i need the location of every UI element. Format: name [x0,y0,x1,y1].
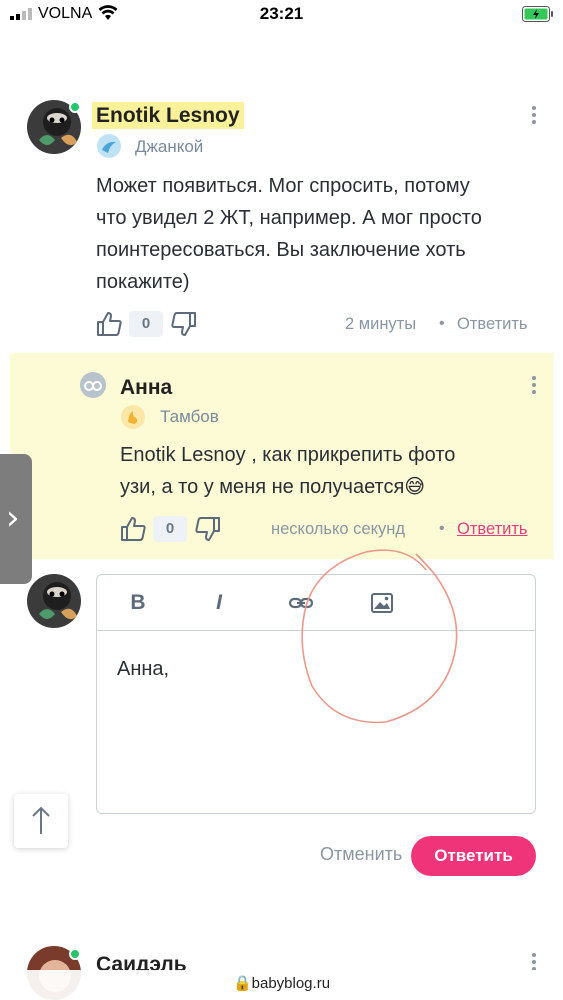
status-bar: VOLNA 23:21 [0,0,563,30]
editor-toolbar: B I [97,575,535,631]
comment-time: несколько секунд [271,520,405,538]
arrow-up-icon [32,806,50,834]
comment-body: Может появиться. Мог спросить, потому чт… [96,170,482,298]
online-indicator [69,948,81,960]
url-text: 🔒babyblog.ru [232,975,331,992]
meta-separator: • [439,520,445,537]
cancel-button[interactable]: Отменить [320,844,402,865]
scroll-to-top-button[interactable] [14,794,68,848]
lock-icon: 🔒 [232,975,252,992]
battery-icon [522,6,553,22]
comment-body-line: покажите) [96,271,190,293]
italic-button[interactable]: I [205,589,233,617]
comment-author[interactable]: Анна [120,376,172,400]
comment-body-line: Enotik Lesnoy , как прикрепить фото [120,444,456,466]
comment-author[interactable]: Enotik Lesnoy [92,102,244,129]
like-icon[interactable] [119,515,147,543]
clock: 23:21 [259,4,304,23]
link-icon[interactable] [287,589,315,617]
dislike-icon[interactable] [170,310,198,338]
reply-input[interactable]: Анна, [117,658,169,681]
more-options-icon[interactable] [524,103,544,129]
image-icon[interactable] [368,589,396,617]
reply-editor: B I Анна, [96,574,536,814]
default-avatar-icon [84,381,102,391]
reply-link[interactable]: Ответить [457,520,528,539]
dislike-icon[interactable] [194,515,222,543]
comment-body-line: Может появиться. Мог спросить, потому [96,175,470,197]
like-count: 0 [153,516,187,542]
comment-body-line: узи, а то у меня не получается😅 [120,476,426,498]
avatar [27,574,81,628]
location-badge-icon [121,405,145,429]
avatar[interactable] [80,372,106,398]
comment-location: Джанкой [135,137,204,156]
comment-body: Enotik Lesnoy , как прикрепить фото узи,… [120,439,455,503]
meta-separator: • [439,315,445,332]
bold-button[interactable]: B [124,589,152,617]
comment-body-line: поинтересоваться. Вы заключение хоть [96,239,466,261]
browser-url-bar[interactable]: 🔒babyblog.ru [0,970,563,1000]
chevron-right-icon: › [6,498,20,538]
location-badge-icon [97,134,121,158]
reply-link[interactable]: Ответить [457,315,528,334]
like-icon[interactable] [95,310,123,338]
more-options-icon[interactable] [524,373,544,399]
comment-location: Тамбов [160,407,219,426]
like-count: 0 [129,311,163,337]
comment-body-line: что увидел 2 ЖТ, например. А мог просто [96,207,482,229]
comment-time: 2 минуты [345,315,417,333]
side-panel-toggle[interactable]: › [0,454,32,584]
online-indicator [69,101,81,113]
submit-reply-button[interactable]: Ответить [411,836,536,876]
